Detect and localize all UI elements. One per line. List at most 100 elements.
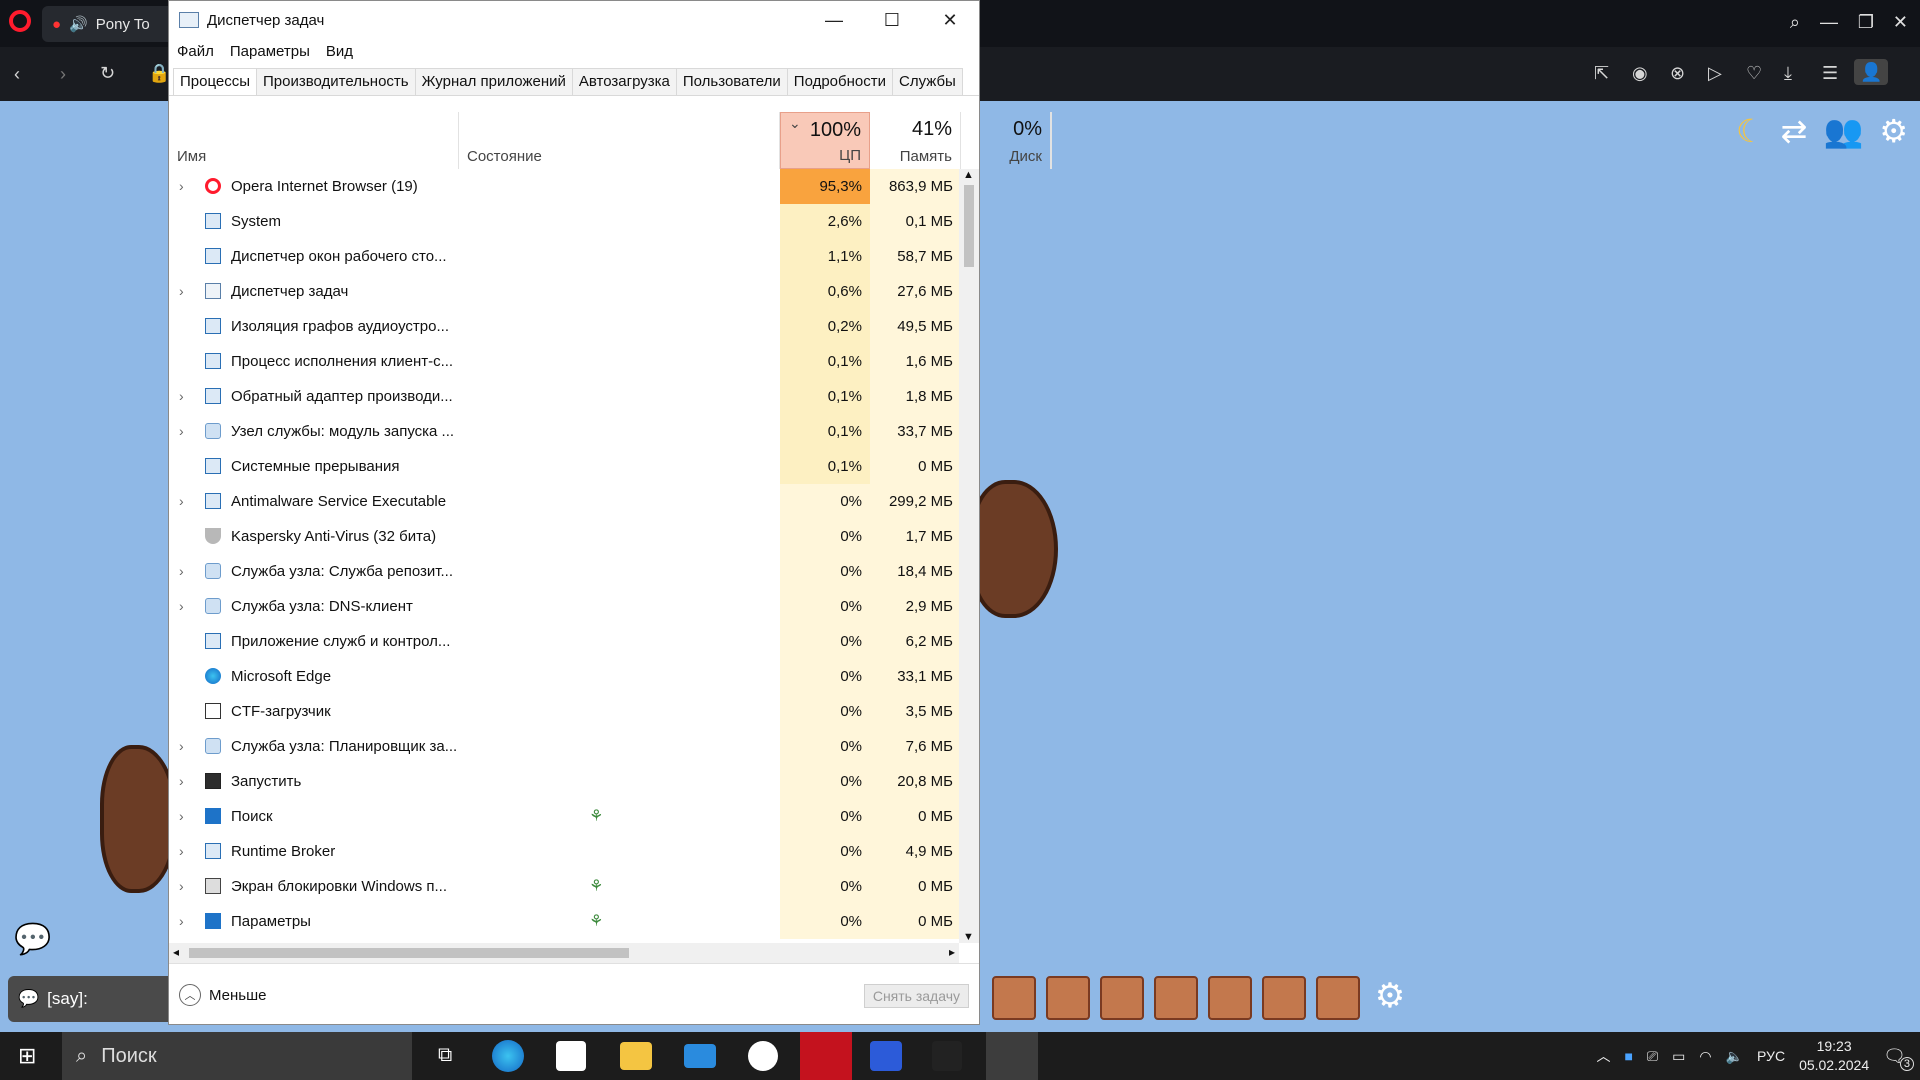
- table-row[interactable]: Изоляция графов аудиоустро... 0,2% 49,5 МБ…: [169, 309, 959, 344]
- table-row[interactable]: System2,6%0,1 МБ0,1 МБ/с0 Мбит/с: [169, 204, 959, 239]
- notifications-icon[interactable]: 🗨 3: [1883, 1046, 1914, 1071]
- table-row[interactable]: › Opera Internet Browser (19) 95,3% 863,9 М…: [169, 169, 959, 204]
- language-indicator[interactable]: РУС: [1757, 1048, 1785, 1064]
- expand-chevron-icon[interactable]: ›: [179, 414, 184, 449]
- adblock-icon[interactable]: ⊗: [1670, 64, 1685, 82]
- hotbar-settings-icon[interactable]: ⚙: [1370, 976, 1410, 1016]
- mail-taskbar-icon[interactable]: [684, 1044, 716, 1068]
- profile-icon[interactable]: 👤: [1854, 59, 1889, 85]
- expand-chevron-icon[interactable]: ›: [179, 484, 184, 519]
- menu-options[interactable]: Параметры: [230, 43, 310, 60]
- settings-gear-icon[interactable]: ⚙: [1879, 112, 1908, 150]
- reload-icon[interactable]: ↻: [100, 64, 115, 82]
- table-row[interactable]: ›Параметры⚘0%0 МБ0 МБ/с0 Мбит/с: [169, 904, 959, 939]
- back-icon[interactable]: ‹: [14, 65, 20, 83]
- table-row[interactable]: ›Служба узла: Планировщик за...0%7,6 МБ0…: [169, 729, 959, 764]
- table-row[interactable]: Приложение служб и контрол...0%6,2 МБ0 М…: [169, 624, 959, 659]
- minimize-icon[interactable]: —: [1820, 12, 1838, 33]
- friends-icon[interactable]: 👥: [1823, 112, 1863, 150]
- scroll-right-icon[interactable]: ▸: [949, 945, 955, 959]
- table-row[interactable]: Kaspersky Anti-Virus (32 бита)0%1,7 МБ0 …: [169, 519, 959, 554]
- expand-chevron-icon[interactable]: ›: [179, 379, 184, 414]
- scrollbar-thumb[interactable]: [189, 948, 629, 958]
- table-row[interactable]: › Antimalware Service Executable 0% 299,2 М…: [169, 484, 959, 519]
- hotbar-slot[interactable]: [1262, 976, 1306, 1020]
- scroll-left-icon[interactable]: ◂: [173, 945, 179, 959]
- horizontal-scrollbar[interactable]: ◂ ▸: [169, 943, 959, 963]
- window-titlebar[interactable]: Диспетчер задач — ☐ ✕: [169, 1, 979, 39]
- hotbar-slot[interactable]: [992, 976, 1036, 1020]
- battery-icon[interactable]: ▭: [1672, 1048, 1685, 1065]
- table-row[interactable]: Диспетчер окон рабочего сто... 1,1% 58,7 М…: [169, 239, 959, 274]
- end-task-button[interactable]: Снять задачу: [863, 984, 969, 1008]
- table-row[interactable]: › Узел службы: модуль запуска ... 0,1% 33,7…: [169, 414, 959, 449]
- chat-input[interactable]: 💬 [say]:: [8, 976, 182, 1022]
- table-row[interactable]: ›Поиск⚘0%0 МБ0 МБ/с0 Мбит/с: [169, 799, 959, 834]
- column-header-status[interactable]: Состояние: [459, 112, 780, 169]
- clock[interactable]: 19:23 05.02.2024: [1799, 1037, 1869, 1075]
- hotbar-slot[interactable]: [1154, 976, 1198, 1020]
- store-taskbar-icon[interactable]: [556, 1041, 586, 1071]
- windows-start-icon[interactable]: ⊞: [18, 1043, 36, 1069]
- yandex-taskbar-icon[interactable]: [748, 1041, 778, 1071]
- download-icon[interactable]: ⤓: [1784, 64, 1792, 82]
- table-row[interactable]: ›Экран блокировки Windows п...⚘0%0 МБ0 М…: [169, 869, 959, 904]
- tab-services[interactable]: Службы: [891, 68, 963, 95]
- scroll-down-icon[interactable]: ▼: [963, 931, 974, 943]
- minimize-button[interactable]: —: [805, 1, 863, 39]
- column-header-disk[interactable]: 0% Диск: [961, 112, 1051, 169]
- expand-chevron-icon[interactable]: ›: [179, 589, 184, 624]
- column-header-cpu[interactable]: ⌄ 100% ЦП: [780, 112, 870, 169]
- volume-icon[interactable]: 🔈: [1726, 1048, 1743, 1065]
- table-row[interactable]: Microsoft Edge0%33,1 МБ0 МБ/с0 Мбит/с: [169, 659, 959, 694]
- expand-chevron-icon[interactable]: ›: [179, 764, 184, 799]
- swap-icon[interactable]: ⇄: [1781, 112, 1808, 150]
- heart-icon[interactable]: ♡: [1746, 64, 1762, 82]
- taskmgr-taskbar-icon[interactable]: [986, 1032, 1038, 1080]
- table-row[interactable]: ›Runtime Broker0%4,9 МБ0 МБ/с0 Мбит/с: [169, 834, 959, 869]
- menu-view[interactable]: Вид: [326, 43, 353, 60]
- share-icon[interactable]: ⇱: [1594, 64, 1609, 82]
- column-header-memory[interactable]: 41% Память: [870, 112, 961, 169]
- table-row[interactable]: Системные прерывания0,1%0 МБ0 МБ/с0 Мбит…: [169, 449, 959, 484]
- app-taskbar-icon[interactable]: [870, 1041, 902, 1071]
- wifi-icon[interactable]: ◠: [1699, 1048, 1711, 1065]
- tab-startup[interactable]: Автозагрузка: [571, 68, 677, 95]
- camera-icon[interactable]: ◉: [1632, 64, 1648, 82]
- expand-chevron-icon[interactable]: ›: [179, 729, 184, 764]
- chat-bubble-icon[interactable]: 💬: [14, 922, 51, 957]
- table-row[interactable]: ›Запустить0%20,8 МБ0 МБ/с0 Мбит/с: [169, 764, 959, 799]
- expand-chevron-icon[interactable]: ›: [179, 834, 184, 869]
- column-header-name[interactable]: Имя: [169, 112, 459, 169]
- task-view-icon[interactable]: ⧉: [438, 1044, 452, 1067]
- restore-icon[interactable]: ❐: [1858, 12, 1874, 33]
- forward-icon[interactable]: ›: [60, 65, 66, 83]
- table-row[interactable]: ›Служба узла: DNS-клиент0%2,9 МБ0 МБ/с0 …: [169, 589, 959, 624]
- expand-chevron-icon[interactable]: ›: [179, 904, 184, 939]
- vertical-scrollbar[interactable]: ▲ ▼: [959, 169, 979, 943]
- hotbar-slot[interactable]: [1046, 976, 1090, 1020]
- table-row[interactable]: ›Диспетчер задач0,6%27,6 МБ0 МБ/с0 Мбит/…: [169, 274, 959, 309]
- table-row[interactable]: › Служба узла: Служба репозит... 0% 18,4 МБ…: [169, 554, 959, 589]
- edge-taskbar-icon[interactable]: [492, 1040, 524, 1072]
- tab-performance[interactable]: Производительность: [256, 68, 416, 95]
- tab-details[interactable]: Подробности: [786, 68, 893, 95]
- expand-chevron-icon[interactable]: ›: [179, 274, 184, 309]
- table-row[interactable]: Процесс исполнения клиент-с... 0,1% 1,6 МБ…: [169, 344, 959, 379]
- tray-app-icon[interactable]: ■: [1624, 1048, 1632, 1064]
- close-button[interactable]: ✕: [921, 1, 979, 39]
- tab-processes[interactable]: Процессы: [173, 68, 258, 95]
- meet-now-icon[interactable]: ⎚: [1647, 1048, 1658, 1065]
- play-icon[interactable]: ▷: [1708, 64, 1722, 82]
- opera-logo-icon[interactable]: [9, 10, 31, 32]
- menu-file[interactable]: Файл: [177, 43, 214, 60]
- scroll-up-icon[interactable]: ▲: [963, 169, 974, 181]
- hotbar-slot[interactable]: [1208, 976, 1252, 1020]
- ip-taskbar-icon[interactable]: [932, 1041, 962, 1071]
- tab-users[interactable]: Пользователи: [675, 68, 788, 95]
- table-row[interactable]: CTF-загрузчик0%3,5 МБ0 МБ/с0 Мбит/с: [169, 694, 959, 729]
- explorer-taskbar-icon[interactable]: [620, 1042, 652, 1070]
- maximize-button[interactable]: ☐: [863, 1, 921, 39]
- column-header-network[interactable]: [1051, 112, 1052, 169]
- search-icon[interactable]: ⌕: [1790, 12, 1800, 33]
